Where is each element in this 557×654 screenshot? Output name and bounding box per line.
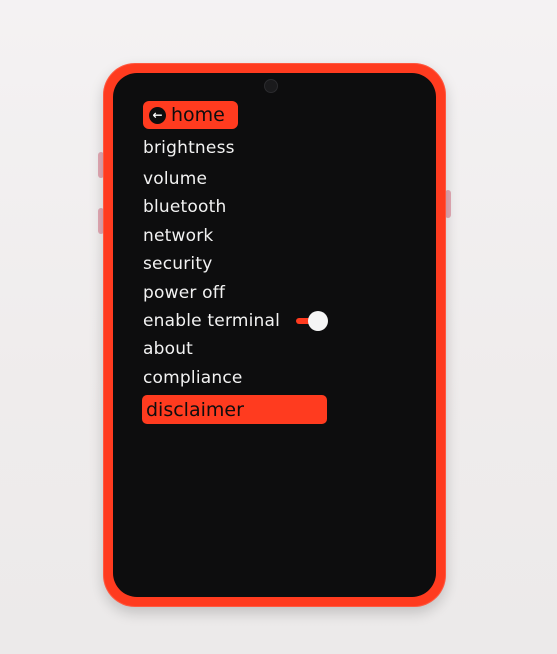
arrow-left-icon: ← <box>149 106 166 124</box>
menu-item-network[interactable]: network <box>143 225 213 247</box>
menu-item-compliance[interactable]: compliance <box>143 367 243 389</box>
menu-item-about[interactable]: about <box>143 338 193 360</box>
menu-item-disclaimer-label: disclaimer <box>146 399 244 421</box>
menu-item-enable-terminal[interactable]: enable terminal <box>143 310 280 332</box>
camera-icon <box>264 79 278 93</box>
home-button[interactable]: ← home <box>143 101 238 129</box>
toggle-knob <box>308 311 328 331</box>
menu-item-security[interactable]: security <box>143 253 212 275</box>
menu-item-power-off[interactable]: power off <box>143 282 225 304</box>
enable-terminal-toggle[interactable] <box>296 311 328 331</box>
menu-item-bluetooth[interactable]: bluetooth <box>143 196 226 218</box>
menu-item-disclaimer[interactable]: disclaimer <box>142 395 327 424</box>
menu-item-brightness[interactable]: brightness <box>143 137 235 159</box>
menu-item-volume[interactable]: volume <box>143 168 207 190</box>
home-label: home <box>171 104 225 126</box>
